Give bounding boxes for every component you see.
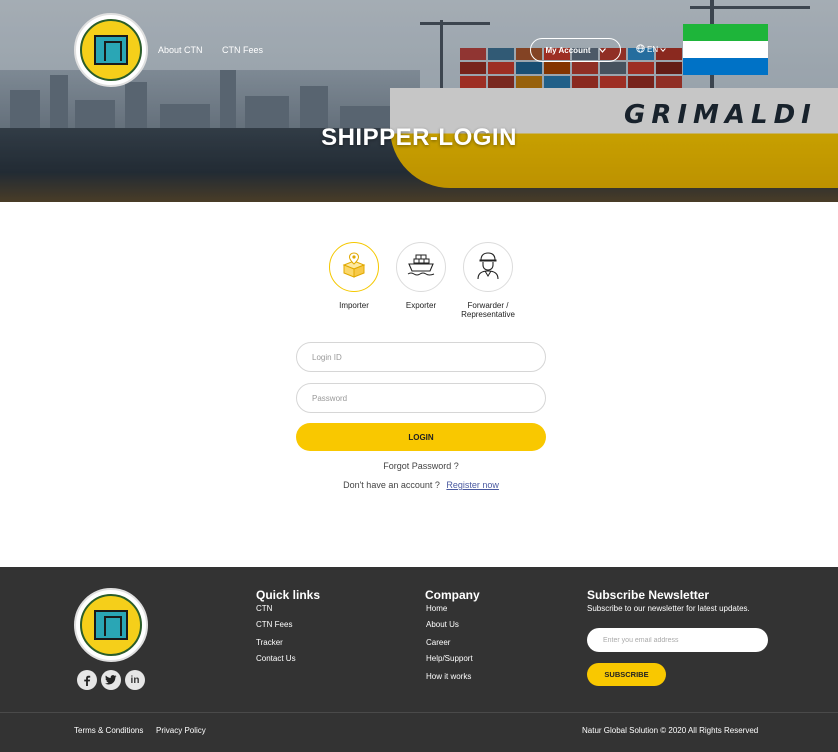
sierra-leone-flag [683,24,768,75]
nav-about-ctn[interactable]: About CTN [158,45,203,55]
chevron-down-icon [660,45,666,54]
privacy-link[interactable]: Privacy Policy [156,726,206,735]
footer-link-career[interactable]: Career [426,638,450,647]
logo-emblem-icon [94,35,128,65]
linkedin-icon[interactable]: in [125,670,145,690]
company-title: Company [425,588,480,602]
language-label: EN [647,45,659,54]
login-button[interactable]: LOGIN [296,423,546,451]
no-account-text: Don't have an account ? [343,480,440,490]
role-label: Forwarder / Representative [461,301,515,319]
footer-link-how-it-works[interactable]: How it works [426,672,471,681]
hero-banner: GRIMALDI About CTN CTN Fees My Account E… [0,0,838,202]
footer-link-home[interactable]: Home [426,604,447,613]
login-id-input[interactable] [296,342,546,372]
globe-icon [636,44,645,55]
subscribe-button[interactable]: SUBSCRIBE [587,663,666,686]
footer-link-help-support[interactable]: Help/Support [426,654,473,663]
my-account-label: My Account [545,45,591,55]
newsletter-title: Subscribe Newsletter [587,588,710,602]
register-prompt: Don't have an account ? Register now [0,480,838,490]
twitter-icon[interactable] [101,670,121,690]
spa-logo[interactable] [74,13,148,87]
map-box-icon [340,251,368,284]
footer-link-ctn[interactable]: CTN [256,604,272,613]
language-selector[interactable]: EN [636,44,666,55]
footer-link-about-us[interactable]: About Us [426,620,459,629]
footer-divider [0,712,838,713]
chevron-down-icon [598,46,606,55]
newsletter-email-input[interactable] [587,628,768,652]
footer-link-contact-us[interactable]: Contact Us [256,654,296,663]
worker-icon [474,250,502,285]
cargo-ship-icon [406,251,436,284]
logo-emblem-icon [94,610,128,640]
terms-link[interactable]: Terms & Conditions [74,726,143,735]
register-link[interactable]: Register now [446,480,499,490]
page-title: SHIPPER-LOGIN [321,124,517,151]
quick-links-title: Quick links [256,588,321,602]
my-account-button[interactable]: My Account [530,38,621,62]
forgot-password-link[interactable]: Forgot Password ? [0,461,838,471]
copyright-text: Natur Global Solution © 2020 All Rights … [582,726,759,735]
footer-link-ctn-fees[interactable]: CTN Fees [256,620,292,629]
footer-link-tracker[interactable]: Tracker [256,638,283,647]
facebook-icon[interactable] [77,670,97,690]
role-forwarder[interactable]: Forwarder / Representative [438,242,538,319]
newsletter-description: Subscribe to our newsletter for latest u… [587,604,750,613]
password-input[interactable] [296,383,546,413]
footer-logo[interactable] [74,588,148,662]
nav-ctn-fees[interactable]: CTN Fees [222,45,263,55]
